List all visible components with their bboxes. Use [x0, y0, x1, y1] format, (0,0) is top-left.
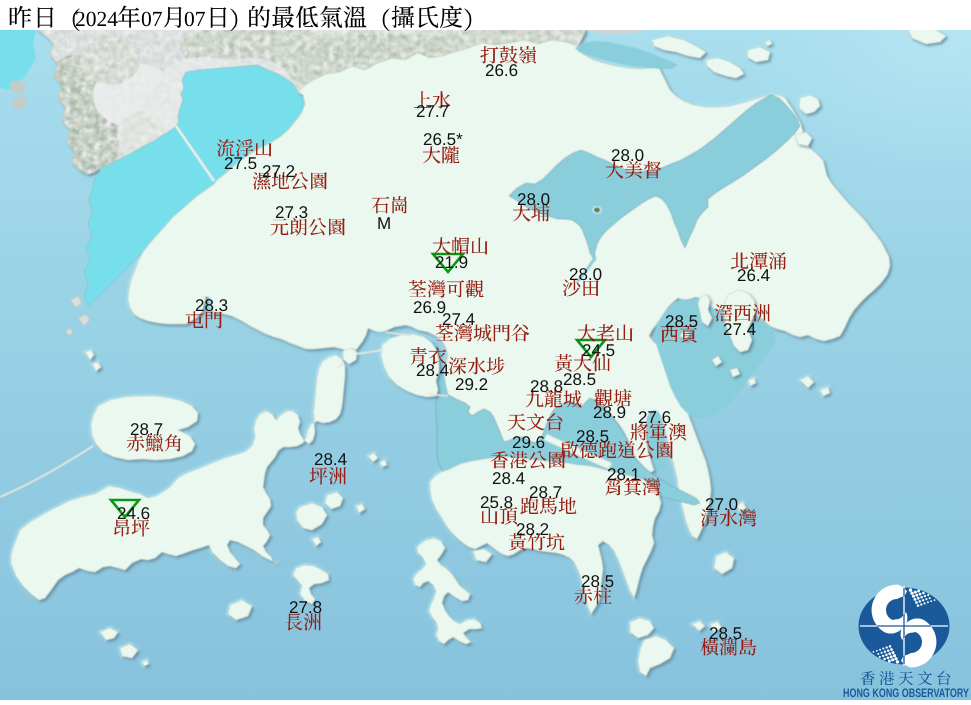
svg-text:28.8: 28.8: [530, 377, 563, 396]
svg-text:28.0: 28.0: [517, 190, 550, 209]
svg-text:28.0: 28.0: [569, 265, 602, 284]
svg-text:27.0: 27.0: [705, 495, 738, 514]
svg-text:28.5: 28.5: [563, 370, 596, 389]
svg-text:28.9: 28.9: [593, 403, 626, 422]
svg-text:28.4: 28.4: [492, 469, 525, 488]
svg-text:27.8: 27.8: [289, 598, 322, 617]
svg-text:28.1: 28.1: [607, 465, 640, 484]
svg-text:27.7: 27.7: [416, 102, 449, 121]
svg-text:HONG KONG OBSERVATORY: HONG KONG OBSERVATORY: [843, 686, 969, 700]
svg-text:28.5: 28.5: [576, 427, 609, 446]
svg-text:28.5: 28.5: [581, 572, 614, 591]
svg-text:27.2: 27.2: [262, 162, 295, 181]
svg-text:28.4: 28.4: [314, 450, 347, 469]
svg-text:28.5: 28.5: [665, 312, 698, 331]
svg-text:26.4: 26.4: [737, 266, 770, 285]
svg-text:28.7: 28.7: [130, 420, 163, 439]
svg-text:26.6: 26.6: [485, 61, 518, 80]
svg-text:28.4: 28.4: [416, 361, 449, 380]
svg-text:28.2: 28.2: [516, 520, 549, 539]
svg-text:27.5: 27.5: [224, 154, 257, 173]
svg-text:27.4: 27.4: [723, 320, 756, 339]
svg-text:27.6: 27.6: [638, 408, 671, 427]
svg-text:2024: 2024: [75, 7, 118, 31]
svg-text:27.3: 27.3: [275, 203, 308, 222]
svg-text:21.9: 21.9: [435, 253, 468, 272]
svg-text:28.7: 28.7: [529, 483, 562, 502]
svg-text:07: 07: [141, 7, 163, 31]
svg-text:27.4: 27.4: [442, 310, 475, 329]
svg-text:07: 07: [184, 7, 206, 31]
svg-text:28.0: 28.0: [611, 146, 644, 165]
svg-text:28.5: 28.5: [709, 624, 742, 643]
svg-text:29.2: 29.2: [455, 375, 488, 394]
svg-text:29.6: 29.6: [512, 433, 545, 452]
svg-text:28.3: 28.3: [195, 296, 228, 315]
svg-text:25.8: 25.8: [480, 493, 513, 512]
svg-text:24.6: 24.6: [117, 504, 150, 523]
svg-text:26.5*: 26.5*: [423, 130, 463, 149]
svg-text:M: M: [377, 214, 391, 233]
svg-text:24.5: 24.5: [582, 341, 615, 360]
